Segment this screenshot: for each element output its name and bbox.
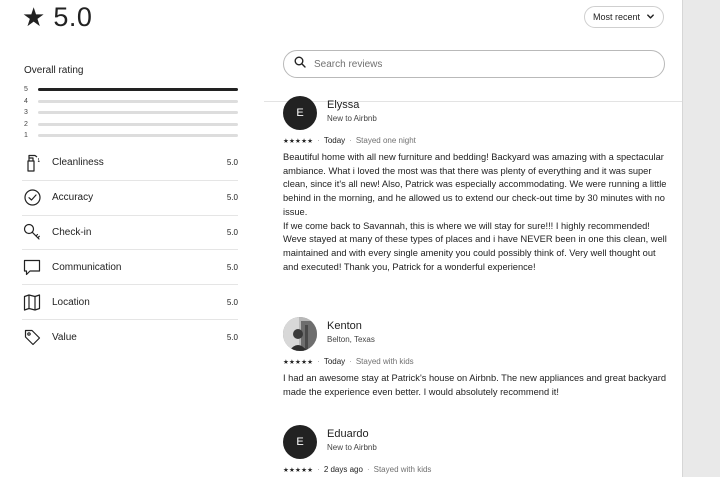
reviewer-name[interactable]: Elyssa: [327, 99, 359, 111]
rating-bar-label: 1: [24, 132, 28, 140]
rating-bar-track: [38, 122, 238, 126]
rating-bar-label: 3: [24, 109, 28, 117]
review-date: 2 days ago: [323, 465, 363, 474]
spray-bottle-icon: [22, 153, 42, 173]
rating-bar-row: 5: [24, 84, 238, 96]
reviews-page: ★ 5.0 Most recent Overall rating 5 4 3 2…: [0, 0, 720, 477]
review-meta: ★★★★★ · 2 days ago · Stayed with kids: [283, 465, 431, 474]
avatar-initial: E: [296, 436, 304, 448]
rating-bar-label: 4: [24, 97, 28, 105]
category-score: 5.0: [226, 158, 238, 168]
category-label: Communication: [52, 261, 122, 273]
rating-distribution: 5 4 3 2 1: [24, 84, 238, 142]
review-paragraph: I had an awesome stay at Patrick's house…: [283, 373, 667, 397]
rating-bar-track: [38, 111, 238, 115]
rating-bar-fill: [38, 88, 238, 92]
rating-bar-track: [38, 99, 238, 103]
key-icon: [22, 222, 42, 242]
review-stay-type: Stayed with kids: [373, 465, 432, 474]
category-score: 5.0: [226, 262, 238, 272]
sort-dropdown-button[interactable]: Most recent: [584, 6, 664, 28]
rating-bar-row: 2: [24, 119, 238, 131]
category-score: 5.0: [226, 297, 238, 307]
check-circle-icon: [22, 188, 42, 208]
review-meta: ★★★★★ · Today · Stayed one night: [283, 136, 416, 145]
category-ratings: Cleanliness 5.0 Accuracy 5.0 Check-in 5.…: [22, 146, 238, 355]
avatar-photo: [283, 317, 317, 351]
separator-dot: ·: [317, 465, 320, 474]
review-stars: ★★★★★: [283, 466, 314, 474]
review-stay-type: Stayed with kids: [355, 357, 414, 366]
separator-dot: ·: [349, 357, 352, 366]
review-paragraph: Beautiful home with all new furniture an…: [283, 152, 667, 217]
category-row-accuracy: Accuracy 5.0: [22, 181, 238, 216]
search-reviews-box[interactable]: [283, 50, 665, 78]
rating-summary: ★ 5.0: [22, 2, 92, 32]
category-score: 5.0: [226, 227, 238, 237]
rating-bar-row: 3: [24, 107, 238, 119]
rating-bar-row: 1: [24, 130, 238, 142]
category-label: Check-in: [52, 226, 92, 238]
overall-rating-value: 5.0: [53, 1, 93, 32]
tag-icon: [22, 327, 42, 347]
category-row-location: Location 5.0: [22, 285, 238, 320]
chevron-down-icon: [646, 12, 655, 23]
review-stars: ★★★★★: [283, 358, 314, 366]
star-icon: ★: [22, 2, 46, 32]
reviewer-subtitle: New to Airbnb: [327, 114, 377, 123]
review-stars: ★★★★★: [283, 137, 314, 145]
category-label: Value: [52, 331, 77, 343]
category-label: Cleanliness: [52, 157, 104, 169]
search-reviews-input[interactable]: [314, 58, 634, 70]
separator-dot: ·: [317, 357, 320, 366]
avatar[interactable]: [283, 317, 317, 351]
rating-bar-track: [38, 134, 238, 138]
rating-bar-track: [38, 88, 238, 92]
sort-label: Most recent: [592, 12, 641, 22]
review-meta: ★★★★★ · Today · Stayed with kids: [283, 357, 414, 366]
category-label: Accuracy: [52, 192, 94, 204]
chat-bubble-icon: [22, 257, 42, 277]
rating-bar-label: 5: [24, 86, 28, 94]
category-row-communication: Communication 5.0: [22, 250, 238, 286]
category-score: 5.0: [226, 193, 238, 203]
avatar[interactable]: E: [283, 96, 317, 130]
separator-dot: ·: [317, 136, 320, 145]
review-text: Beautiful home with all new furniture an…: [283, 151, 668, 274]
category-row-check-in: Check-in 5.0: [22, 216, 238, 251]
avatar[interactable]: E: [283, 425, 317, 459]
review-stay-type: Stayed one night: [355, 136, 416, 145]
category-label: Location: [52, 296, 90, 308]
review-text: I had an awesome stay at Patrick's house…: [283, 372, 668, 399]
search-icon: [294, 55, 306, 73]
review-date: Today: [323, 136, 346, 145]
review-date: Today: [323, 357, 346, 366]
review-paragraph: If we come back to Savannah, this is whe…: [283, 220, 667, 272]
rating-bar-label: 2: [24, 120, 28, 128]
reviewer-subtitle: Belton, Texas: [327, 335, 375, 344]
category-score: 5.0: [226, 332, 238, 342]
window-edge: [682, 0, 720, 477]
separator-dot: ·: [366, 465, 370, 474]
map-icon: [22, 292, 42, 312]
overall-rating-title: Overall rating: [24, 65, 84, 76]
reviewer-subtitle: New to Airbnb: [327, 443, 377, 452]
category-row-cleanliness: Cleanliness 5.0: [22, 146, 238, 181]
reviewer-name[interactable]: Eduardo: [327, 428, 369, 440]
avatar-initial: E: [296, 107, 304, 119]
rating-bar-row: 4: [24, 96, 238, 108]
category-row-value: Value 5.0: [22, 320, 238, 355]
separator-dot: ·: [349, 136, 352, 145]
reviewer-name[interactable]: Kenton: [327, 320, 362, 332]
